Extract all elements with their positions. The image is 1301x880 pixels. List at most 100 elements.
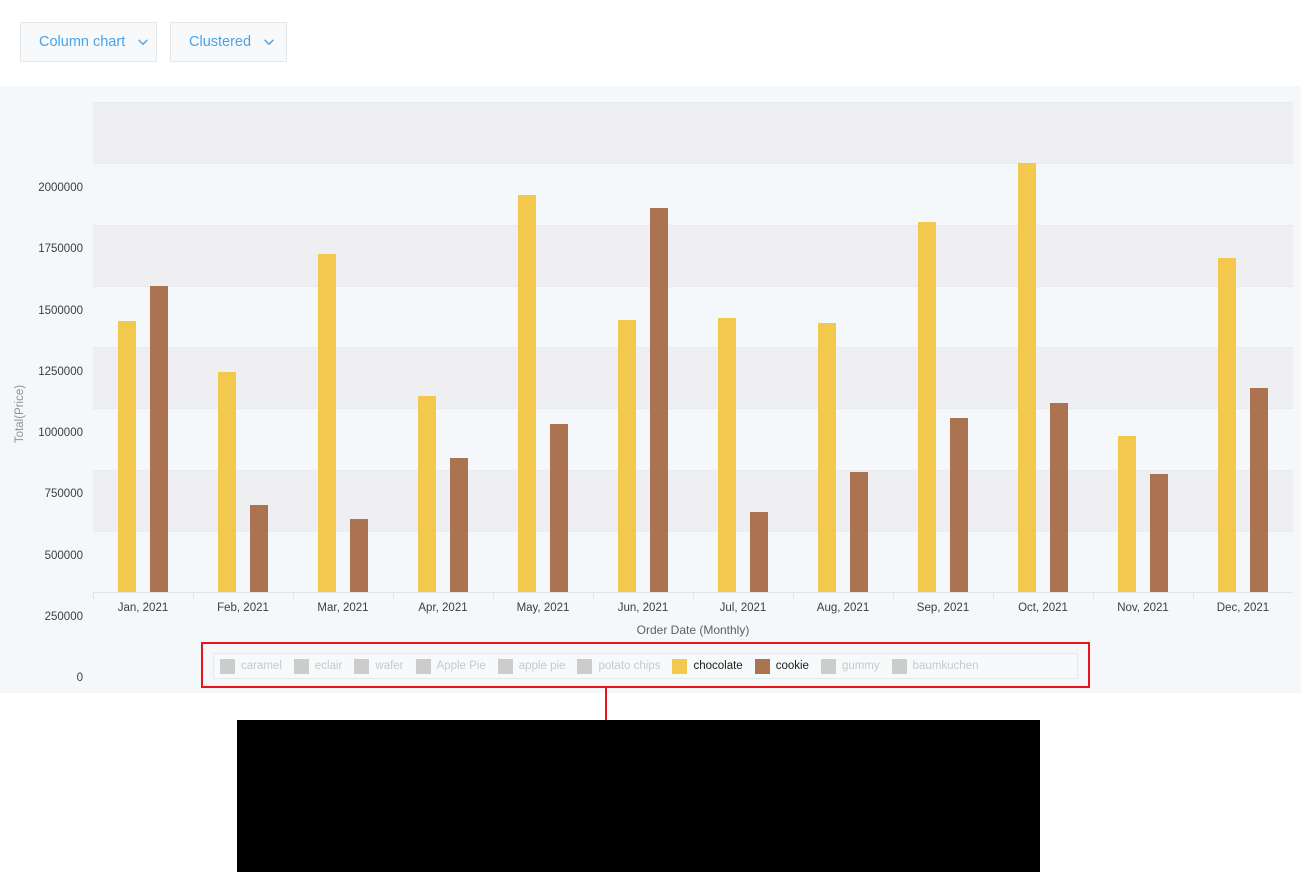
- x-axis-tick-label: Oct, 2021: [988, 602, 1098, 614]
- bar-cookie-oct-2021[interactable]: [1050, 403, 1068, 592]
- x-axis-tick-mark: [1193, 592, 1194, 599]
- y-axis-tick-label: 250000: [3, 611, 83, 623]
- bar-chocolate-dec-2021[interactable]: [1218, 258, 1236, 592]
- bar-chocolate-jan-2021[interactable]: [118, 321, 136, 592]
- gridline: [93, 225, 1293, 226]
- legend-item-label: chocolate: [693, 660, 742, 672]
- gridline: [93, 102, 1293, 103]
- gridline: [93, 163, 1293, 164]
- x-axis-tick-label: Apr, 2021: [388, 602, 498, 614]
- y-axis-tick-label: 1500000: [3, 305, 83, 317]
- legend-item-baumkuchen[interactable]: baumkuchen: [886, 653, 985, 679]
- x-axis-tick-mark: [793, 592, 794, 599]
- x-axis-tick-mark: [593, 592, 594, 599]
- chevron-down-icon: [263, 36, 275, 48]
- x-axis-tick-mark: [993, 592, 994, 599]
- gridline: [93, 531, 1293, 532]
- legend-swatch-icon: [294, 659, 309, 674]
- bar-cookie-jul-2021[interactable]: [750, 512, 768, 592]
- gridline: [93, 347, 1293, 348]
- legend-swatch-icon: [672, 659, 687, 674]
- bar-cookie-dec-2021[interactable]: [1250, 388, 1268, 592]
- x-axis-tick-label: Jan, 2021: [88, 602, 198, 614]
- bar-cookie-feb-2021[interactable]: [250, 505, 268, 592]
- bar-cookie-aug-2021[interactable]: [850, 472, 868, 592]
- bar-cookie-mar-2021[interactable]: [350, 519, 368, 592]
- x-axis-tick-label: Feb, 2021: [188, 602, 298, 614]
- bar-chocolate-mar-2021[interactable]: [318, 254, 336, 592]
- bar-cookie-may-2021[interactable]: [550, 424, 568, 592]
- gridline: [93, 408, 1293, 409]
- legend-swatch-icon: [892, 659, 907, 674]
- x-axis-tick-label: May, 2021: [488, 602, 598, 614]
- legend-item-label: gummy: [842, 660, 880, 672]
- x-axis-tick-label: Sep, 2021: [888, 602, 998, 614]
- gridline: [93, 470, 1293, 471]
- callout-redacted-text: [237, 720, 1040, 872]
- x-axis-tick-mark: [193, 592, 194, 599]
- bar-chocolate-nov-2021[interactable]: [1118, 436, 1136, 592]
- bar-chocolate-aug-2021[interactable]: [818, 323, 836, 593]
- plot-band: [93, 347, 1293, 408]
- chart-type-dropdown[interactable]: Column chart: [20, 22, 157, 62]
- chevron-down-icon: [137, 36, 149, 48]
- bar-cookie-apr-2021[interactable]: [450, 458, 468, 592]
- y-axis-tick-label: 1000000: [3, 427, 83, 439]
- x-axis-title: Order Date (Monthly): [93, 623, 1293, 637]
- x-axis-tick-label: Jun, 2021: [588, 602, 698, 614]
- bar-chocolate-sep-2021[interactable]: [918, 222, 936, 592]
- x-axis-tick-label: Aug, 2021: [788, 602, 898, 614]
- y-axis-tick-label: 1750000: [3, 243, 83, 255]
- legend-swatch-icon: [821, 659, 836, 674]
- x-axis-tick-mark: [1093, 592, 1094, 599]
- plot-band: [93, 470, 1293, 531]
- x-axis-tick-label: Mar, 2021: [288, 602, 398, 614]
- legend-item-caramel[interactable]: caramel: [214, 653, 288, 679]
- legend-item-apple-pie[interactable]: Apple Pie: [410, 653, 492, 679]
- legend-swatch-icon: [354, 659, 369, 674]
- x-axis-tick-mark: [93, 592, 94, 599]
- legend-item-wafer[interactable]: wafer: [348, 653, 409, 679]
- legend-item-label: cookie: [776, 660, 809, 672]
- x-axis-tick-mark: [693, 592, 694, 599]
- legend-item-apple-pie[interactable]: apple pie: [492, 653, 572, 679]
- bar-chocolate-jun-2021[interactable]: [618, 320, 636, 592]
- bar-chocolate-feb-2021[interactable]: [218, 372, 236, 592]
- chart-variant-dropdown[interactable]: Clustered: [170, 22, 287, 62]
- y-axis: Total(Price) 025000050000075000010000001…: [0, 172, 93, 779]
- x-axis-tick-label: Jul, 2021: [688, 602, 798, 614]
- x-axis-tick-label: Dec, 2021: [1188, 602, 1298, 614]
- y-axis-tick-label: 2000000: [3, 182, 83, 194]
- legend-item-label: wafer: [375, 660, 403, 672]
- bar-cookie-jun-2021[interactable]: [650, 208, 668, 592]
- bar-cookie-sep-2021[interactable]: [950, 418, 968, 592]
- bar-chocolate-oct-2021[interactable]: [1018, 163, 1036, 592]
- legend-item-eclair[interactable]: eclair: [288, 653, 348, 679]
- legend-swatch-icon: [755, 659, 770, 674]
- x-axis-tick-mark: [293, 592, 294, 599]
- gridline: [93, 286, 1293, 287]
- chart-panel: Total(Price) 025000050000075000010000001…: [0, 86, 1301, 693]
- bar-chocolate-apr-2021[interactable]: [418, 396, 436, 592]
- legend-item-chocolate[interactable]: chocolate: [666, 653, 748, 679]
- chart-legend[interactable]: caramel eclair wafer Apple Pieapple pie pota…: [213, 653, 1078, 679]
- bar-chocolate-jul-2021[interactable]: [718, 318, 736, 592]
- legend-item-label: caramel: [241, 660, 282, 672]
- legend-item-label: potato chips: [598, 660, 660, 672]
- legend-item-gummy[interactable]: gummy: [815, 653, 886, 679]
- x-axis-tick-mark: [493, 592, 494, 599]
- y-axis-tick-label: 0: [3, 672, 83, 684]
- bar-cookie-nov-2021[interactable]: [1150, 474, 1168, 592]
- legend-item-potato-chips[interactable]: potato chips: [571, 653, 666, 679]
- legend-swatch-icon: [416, 659, 431, 674]
- chart-type-dropdown-label: Column chart: [39, 34, 125, 50]
- plot-band: [93, 102, 1293, 163]
- legend-swatch-icon: [498, 659, 513, 674]
- legend-item-label: baumkuchen: [913, 660, 979, 672]
- chart-toolbar: Column chart Clustered: [0, 0, 1301, 86]
- plot-area: Jan, 2021Feb, 2021Mar, 2021Apr, 2021May,…: [93, 102, 1293, 608]
- bar-chocolate-may-2021[interactable]: [518, 195, 536, 592]
- bar-cookie-jan-2021[interactable]: [150, 286, 168, 592]
- plot-band: [93, 225, 1293, 286]
- legend-item-cookie[interactable]: cookie: [749, 653, 815, 679]
